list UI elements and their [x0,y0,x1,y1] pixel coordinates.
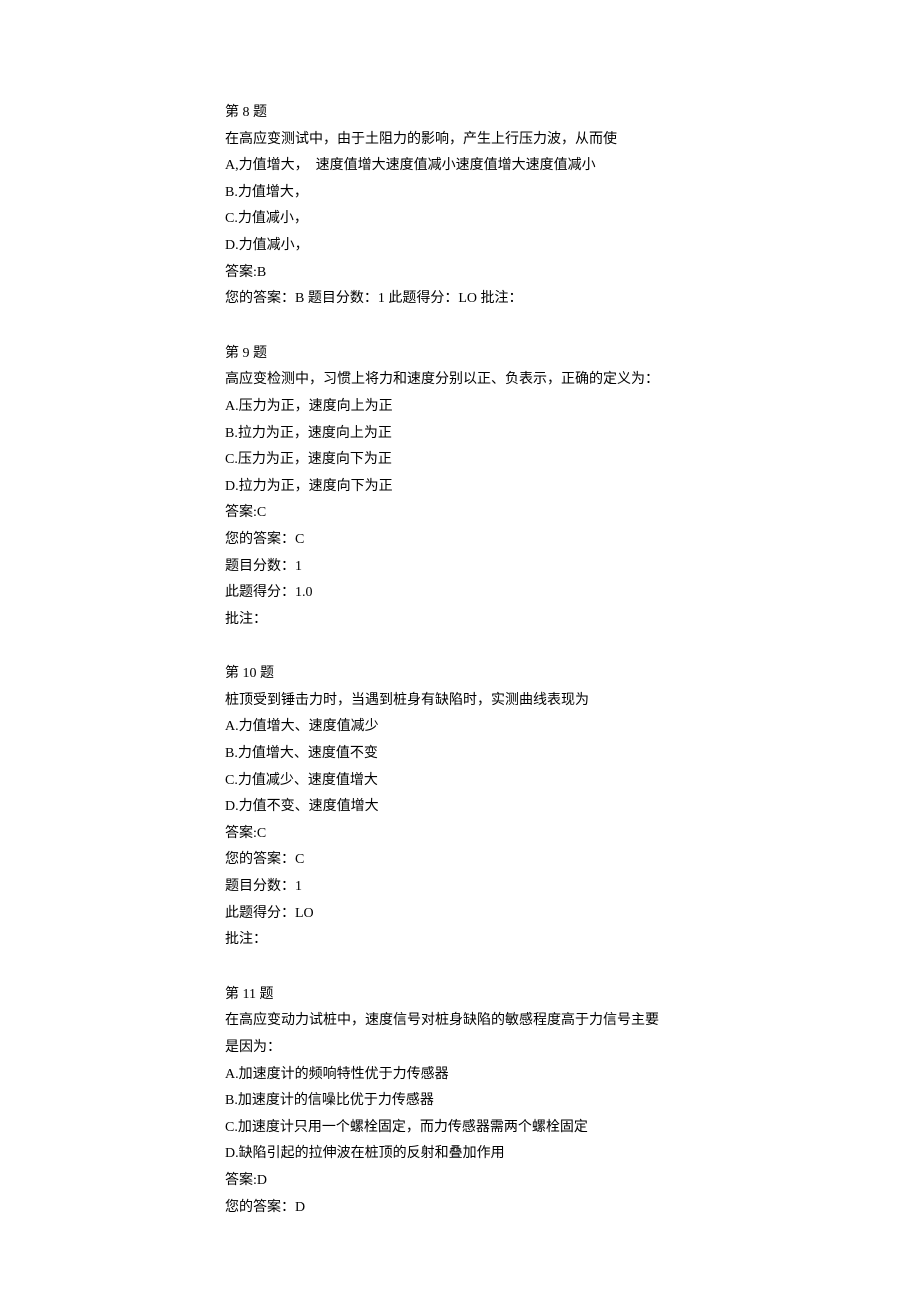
option-a: A,力值增大， 速度值增大速度值减小速度值增大速度值减小 [225,153,920,180]
option-c: C.加速度计只用一个螺栓固定，而力传感器需两个螺栓固定 [225,1115,920,1142]
option-b: B.加速度计的信噪比优于力传感器 [225,1088,920,1115]
answer-line: 答案:C [225,821,920,848]
question-stem: 在高应变动力试桩中，速度信号对桩身缺陷的敏感程度高于力信号主要 [225,1008,920,1035]
footer-line: 批注： [225,607,920,634]
question-9: 第 9 题 高应变检测中，习惯上将力和速度分别以正、负表示，正确的定义为： A.… [225,341,920,634]
document-page: 第 8 题 在高应变测试中，由于土阻力的影响，产生上行压力波，从而使 A,力值增… [0,0,920,1309]
option-c: C.压力为正，速度向下为正 [225,447,920,474]
option-d: D.拉力为正，速度向下为正 [225,474,920,501]
footer-line: 此题得分：1.0 [225,580,920,607]
footer-line: 您的答案：C [225,527,920,554]
footer-line: 您的答案：D [225,1195,920,1222]
question-stem: 桩顶受到锤击力时，当遇到桩身有缺陷时，实测曲线表现为 [225,688,920,715]
footer-line: 此题得分：LO [225,901,920,928]
question-header: 第 11 题 [225,982,920,1009]
footer-line: 您的答案：B 题目分数：1 此题得分：LO 批注： [225,286,920,313]
footer-line: 题目分数：1 [225,874,920,901]
footer-line: 批注： [225,927,920,954]
option-c: C.力值减少、速度值增大 [225,768,920,795]
question-stem: 高应变检测中，习惯上将力和速度分别以正、负表示，正确的定义为： [225,367,920,394]
footer-line: 题目分数：1 [225,554,920,581]
question-stem: 在高应变测试中，由于土阻力的影响，产生上行压力波，从而使 [225,127,920,154]
option-d: D.缺陷引起的拉伸波在桩顶的反射和叠加作用 [225,1141,920,1168]
footer-line: 您的答案：C [225,847,920,874]
question-header: 第 9 题 [225,341,920,368]
option-b: B.力值增大， [225,180,920,207]
question-stem-2: 是因为： [225,1035,920,1062]
answer-line: 答案:C [225,500,920,527]
option-d: D.力值减小， [225,233,920,260]
question-10: 第 10 题 桩顶受到锤击力时，当遇到桩身有缺陷时，实测曲线表现为 A.力值增大… [225,661,920,954]
option-a: A.力值增大、速度值减少 [225,714,920,741]
option-a: A.加速度计的频响特性优于力传感器 [225,1062,920,1089]
option-b: B.拉力为正，速度向上为正 [225,421,920,448]
option-d: D.力值不变、速度值增大 [225,794,920,821]
option-a: A.压力为正，速度向上为正 [225,394,920,421]
question-header: 第 10 题 [225,661,920,688]
question-8: 第 8 题 在高应变测试中，由于土阻力的影响，产生上行压力波，从而使 A,力值增… [225,100,920,313]
option-b: B.力值增大、速度值不变 [225,741,920,768]
answer-line: 答案:B [225,260,920,287]
answer-line: 答案:D [225,1168,920,1195]
question-header: 第 8 题 [225,100,920,127]
option-c: C.力值减小， [225,206,920,233]
question-11: 第 11 题 在高应变动力试桩中，速度信号对桩身缺陷的敏感程度高于力信号主要 是… [225,982,920,1221]
